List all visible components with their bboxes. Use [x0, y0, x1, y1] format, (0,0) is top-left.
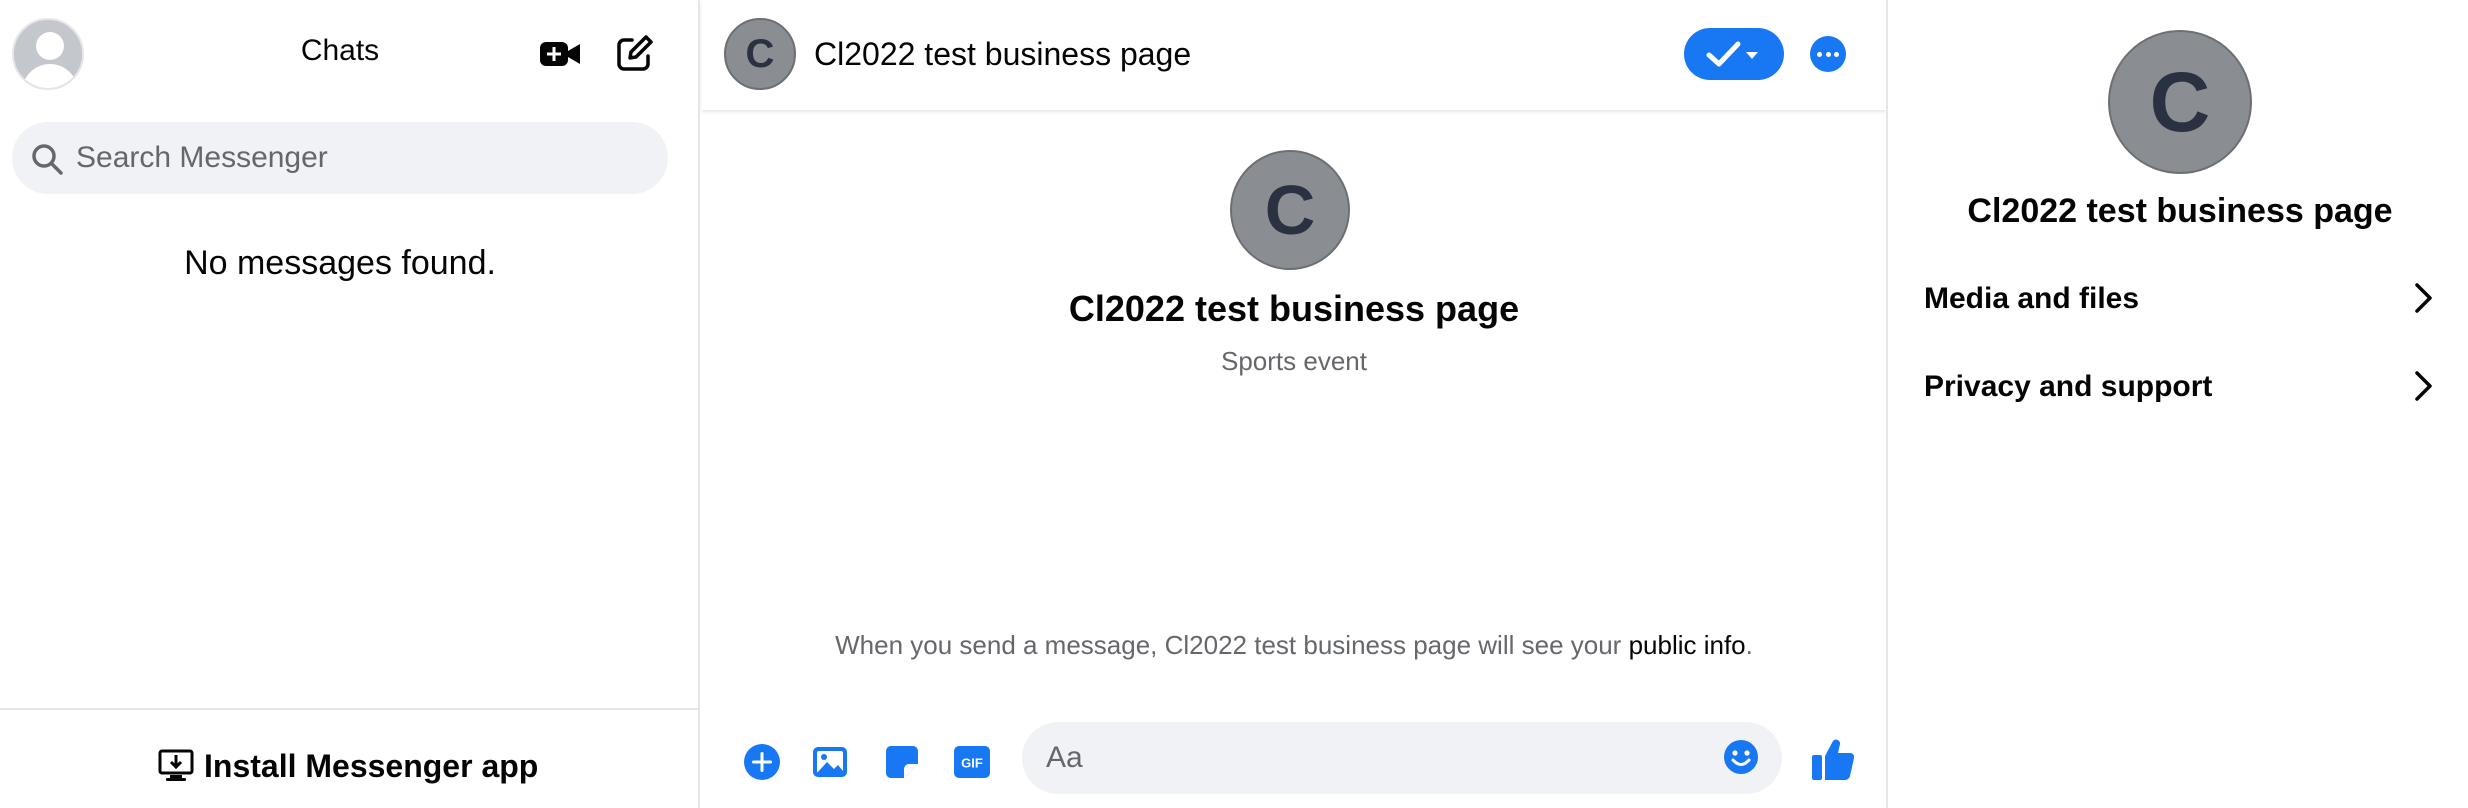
message-input[interactable] [1046, 722, 1696, 794]
checkmark-icon [1706, 41, 1758, 67]
header-avatar[interactable]: C [724, 18, 796, 90]
info-panel: C Cl2022 test business page Media and fi… [1886, 0, 2468, 808]
chevron-right-icon [2415, 371, 2432, 401]
avatar-body-shape [22, 64, 78, 88]
compose-icon [617, 35, 653, 71]
notice-text: When you send a message, Cl2022 test bus… [835, 630, 1629, 660]
info-name: Cl2022 test business page [1967, 192, 2393, 230]
profile-avatar[interactable] [12, 18, 84, 90]
intro-category: Sports event [1221, 346, 1367, 376]
intro-name: Cl2022 test business page [1068, 288, 1520, 329]
dot-icon [1817, 52, 1822, 57]
search-box [12, 122, 668, 194]
status-dropdown-button[interactable] [1684, 28, 1784, 80]
privacy-notice: When you send a message, Cl2022 test bus… [702, 630, 1886, 661]
info-avatar[interactable]: C [2108, 30, 2252, 174]
notice-suffix: . [1745, 630, 1753, 660]
more-options-button[interactable] [1810, 36, 1846, 72]
dot-icon [1834, 52, 1839, 57]
chats-sidebar: Chats No messages found. [0, 0, 700, 808]
install-bar: Install Messenger app [0, 708, 700, 808]
chevron-right-icon [2415, 283, 2432, 313]
gif-icon[interactable]: GIF [952, 742, 992, 782]
svg-text:GIF: GIF [961, 756, 983, 771]
thumbs-up-icon[interactable] [1810, 736, 1856, 782]
search-icon [32, 144, 63, 175]
public-info-link[interactable]: public info [1629, 630, 1746, 660]
search-input[interactable] [76, 122, 656, 194]
conversation-panel: C Cl2022 test business page C Cl2022 tes… [702, 0, 1886, 808]
media-and-files-label: Media and files [1924, 282, 2140, 315]
sticker-icon[interactable] [882, 742, 922, 782]
empty-state-message: No messages found. [184, 244, 496, 282]
desktop-download-icon [158, 749, 194, 781]
avatar-head-shape [36, 32, 64, 60]
plus-icon[interactable] [742, 742, 782, 782]
new-room-button[interactable] [536, 30, 584, 78]
new-message-button[interactable] [610, 30, 658, 78]
emoji-icon[interactable] [1722, 738, 1760, 776]
privacy-and-support-row[interactable]: Privacy and support [1888, 350, 2468, 422]
install-app-label: Install Messenger app [204, 747, 539, 784]
intro-avatar: C [1230, 150, 1350, 270]
message-box [1022, 722, 1782, 794]
image-icon[interactable] [810, 742, 850, 782]
chats-title: Chats [300, 34, 380, 67]
message-composer: GIF [702, 720, 1886, 808]
chevron-down-icon [1746, 52, 1758, 59]
media-and-files-row[interactable]: Media and files [1888, 262, 2468, 334]
video-plus-icon [540, 42, 580, 66]
privacy-and-support-label: Privacy and support [1924, 370, 2213, 403]
dot-icon [1825, 52, 1831, 57]
install-app-button[interactable]: Install Messenger app [158, 746, 538, 786]
conversation-header: C Cl2022 test business page [702, 0, 1886, 110]
conversation-title[interactable]: Cl2022 test business page [814, 36, 1191, 73]
